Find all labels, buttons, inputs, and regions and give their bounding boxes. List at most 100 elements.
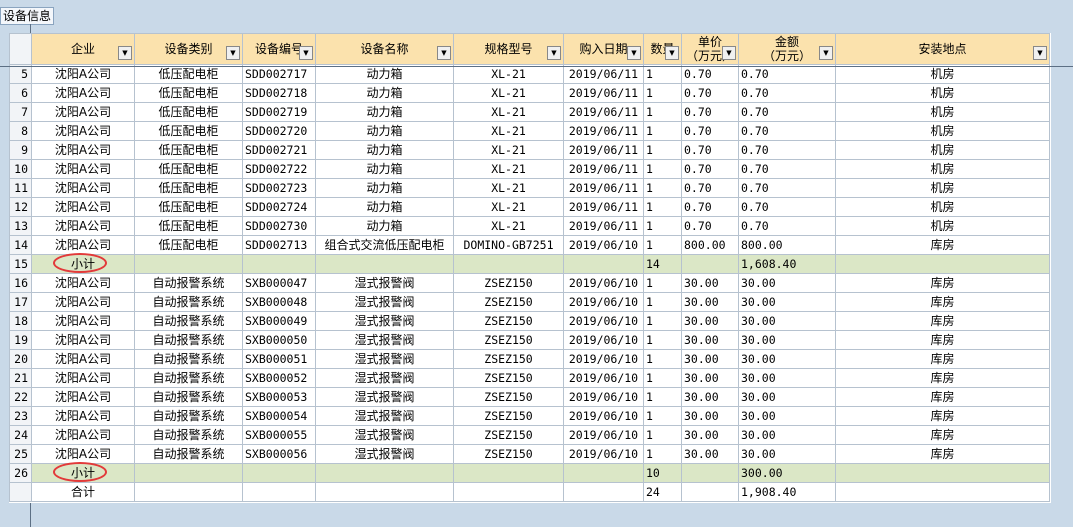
cell-code[interactable]: SDD002713	[242, 235, 316, 255]
cell-price[interactable]: 0.70	[681, 178, 739, 198]
cell-name[interactable]	[315, 482, 454, 502]
filter-dropdown-icon[interactable]: ▼	[299, 46, 313, 60]
cell-amount[interactable]: 30.00	[738, 349, 836, 369]
cell-company[interactable]: 沈阳A公司	[31, 368, 135, 388]
cell-qty[interactable]: 14	[643, 254, 682, 274]
cell-spec[interactable]: XL-21	[453, 121, 564, 141]
cell-company[interactable]: 沈阳A公司	[31, 197, 135, 217]
cell-qty[interactable]: 1	[643, 425, 682, 445]
cell-location[interactable]: 库房	[835, 368, 1050, 388]
cell-spec[interactable]: ZSEZ150	[453, 368, 564, 388]
cell-qty[interactable]: 10	[643, 463, 682, 483]
cell-company[interactable]: 沈阳A公司	[31, 216, 135, 236]
filter-dropdown-icon[interactable]: ▼	[118, 46, 132, 60]
cell-name[interactable]: 湿式报警阀	[315, 406, 454, 426]
cell-price[interactable]: 800.00	[681, 235, 739, 255]
row-number[interactable]: 19	[9, 330, 32, 350]
cell-amount[interactable]: 30.00	[738, 292, 836, 312]
cell-spec[interactable]: XL-21	[453, 216, 564, 236]
cell-code[interactable]: SDD002722	[242, 159, 316, 179]
cell-spec[interactable]	[453, 254, 564, 274]
cell-amount[interactable]: 30.00	[738, 406, 836, 426]
cell-company[interactable]: 沈阳A公司	[31, 444, 135, 464]
cell-code[interactable]: SXB000056	[242, 444, 316, 464]
cell-category[interactable]: 自动报警系统	[134, 387, 243, 407]
cell-code[interactable]: SDD002719	[242, 102, 316, 122]
cell-amount[interactable]: 0.70	[738, 102, 836, 122]
cell-company[interactable]: 沈阳A公司	[31, 83, 135, 103]
cell-category[interactable]: 自动报警系统	[134, 330, 243, 350]
cell-date[interactable]: 2019/06/11	[563, 178, 644, 198]
cell-code[interactable]: SDD002721	[242, 140, 316, 160]
cell-code[interactable]: SXB000053	[242, 387, 316, 407]
cell-price[interactable]: 30.00	[681, 292, 739, 312]
row-number[interactable]: 5	[9, 64, 32, 84]
cell-date[interactable]: 2019/06/10	[563, 292, 644, 312]
cell-location[interactable]: 机房	[835, 64, 1050, 84]
cell-category[interactable]: 低压配电柜	[134, 64, 243, 84]
row-number[interactable]: 11	[9, 178, 32, 198]
row-number[interactable]: 13	[9, 216, 32, 236]
cell-code[interactable]: SXB000052	[242, 368, 316, 388]
cell-location[interactable]	[835, 254, 1050, 274]
cell-amount[interactable]: 0.70	[738, 216, 836, 236]
cell-date[interactable]: 2019/06/10	[563, 330, 644, 350]
row-number[interactable]: 9	[9, 140, 32, 160]
cell-category[interactable]: 低压配电柜	[134, 140, 243, 160]
cell-company[interactable]: 沈阳A公司	[31, 273, 135, 293]
cell-code[interactable]	[242, 254, 316, 274]
cell-location[interactable]: 库房	[835, 349, 1050, 369]
cell-spec[interactable]: ZSEZ150	[453, 387, 564, 407]
cell-company[interactable]: 沈阳A公司	[31, 292, 135, 312]
cell-date[interactable]: 2019/06/10	[563, 387, 644, 407]
cell-name[interactable]: 动力箱	[315, 121, 454, 141]
cell-amount[interactable]: 0.70	[738, 64, 836, 84]
cell-name[interactable]: 动力箱	[315, 64, 454, 84]
cell-location[interactable]: 机房	[835, 216, 1050, 236]
cell-category[interactable]: 低压配电柜	[134, 102, 243, 122]
cell-price[interactable]: 30.00	[681, 387, 739, 407]
cell-code[interactable]: SXB000047	[242, 273, 316, 293]
cell-category[interactable]: 低压配电柜	[134, 216, 243, 236]
cell-spec[interactable]: XL-21	[453, 178, 564, 198]
cell-date[interactable]: 2019/06/11	[563, 159, 644, 179]
cell-category[interactable]: 自动报警系统	[134, 349, 243, 369]
cell-spec[interactable]: XL-21	[453, 159, 564, 179]
cell-spec[interactable]: XL-21	[453, 197, 564, 217]
cell-qty[interactable]: 1	[643, 83, 682, 103]
row-number[interactable]: 6	[9, 83, 32, 103]
cell-company[interactable]: 沈阳A公司	[31, 159, 135, 179]
cell-category[interactable]: 低压配电柜	[134, 197, 243, 217]
cell-qty[interactable]: 1	[643, 311, 682, 331]
cell-date[interactable]	[563, 254, 644, 274]
sheet-tab[interactable]: 设备信息	[0, 7, 55, 25]
cell-spec[interactable]: ZSEZ150	[453, 406, 564, 426]
cell-category[interactable]: 低压配电柜	[134, 83, 243, 103]
cell-location[interactable]: 库房	[835, 387, 1050, 407]
row-number[interactable]: 21	[9, 368, 32, 388]
cell-amount[interactable]: 30.00	[738, 425, 836, 445]
cell-date[interactable]: 2019/06/10	[563, 406, 644, 426]
cell-category[interactable]	[134, 482, 243, 502]
cell-date[interactable]: 2019/06/11	[563, 83, 644, 103]
cell-category[interactable]: 自动报警系统	[134, 292, 243, 312]
cell-date[interactable]: 2019/06/11	[563, 64, 644, 84]
cell-category[interactable]: 低压配电柜	[134, 178, 243, 198]
cell-code[interactable]	[242, 463, 316, 483]
cell-amount[interactable]: 0.70	[738, 178, 836, 198]
cell-amount[interactable]: 30.00	[738, 330, 836, 350]
cell-price[interactable]: 0.70	[681, 102, 739, 122]
cell-spec[interactable]: ZSEZ150	[453, 425, 564, 445]
cell-date[interactable]: 2019/06/10	[563, 349, 644, 369]
cell-location[interactable]: 机房	[835, 197, 1050, 217]
cell-price[interactable]: 30.00	[681, 444, 739, 464]
cell-amount[interactable]: 30.00	[738, 368, 836, 388]
cell-date[interactable]: 2019/06/11	[563, 197, 644, 217]
cell-name[interactable]: 湿式报警阀	[315, 273, 454, 293]
row-number[interactable]: 17	[9, 292, 32, 312]
cell-spec[interactable]: ZSEZ150	[453, 292, 564, 312]
row-number[interactable]: 25	[9, 444, 32, 464]
cell-name[interactable]: 动力箱	[315, 159, 454, 179]
cell-name[interactable]: 湿式报警阀	[315, 425, 454, 445]
cell-price[interactable]: 0.70	[681, 140, 739, 160]
